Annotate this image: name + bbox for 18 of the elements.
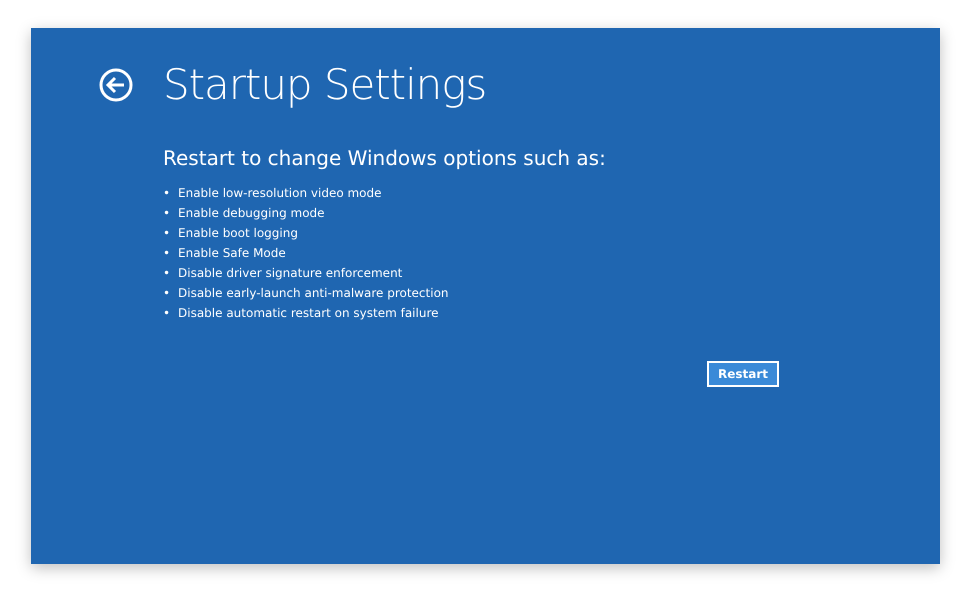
option-text: Enable boot logging bbox=[178, 225, 298, 242]
option-text: Disable automatic restart on system failure bbox=[178, 305, 439, 322]
bullet: • bbox=[163, 225, 172, 242]
option-text: Enable low-resolution video mode bbox=[178, 185, 382, 202]
subtitle: Restart to change Windows options such as: bbox=[163, 146, 607, 171]
bullet: • bbox=[163, 305, 172, 322]
back-button[interactable] bbox=[99, 68, 133, 102]
bullet: • bbox=[163, 265, 172, 282]
option-text: Enable Safe Mode bbox=[178, 245, 286, 262]
bullet: • bbox=[163, 245, 172, 262]
bullet: • bbox=[163, 185, 172, 202]
option-text: Disable driver signature enforcement bbox=[178, 265, 402, 282]
option-text: Disable early-launch anti-malware protection bbox=[178, 285, 449, 302]
page-title: Startup Settings bbox=[163, 64, 486, 106]
restart-button[interactable]: Restart bbox=[707, 361, 779, 387]
bullet: • bbox=[163, 205, 172, 222]
option-text: Enable debugging mode bbox=[178, 205, 325, 222]
bullet: • bbox=[163, 285, 172, 302]
